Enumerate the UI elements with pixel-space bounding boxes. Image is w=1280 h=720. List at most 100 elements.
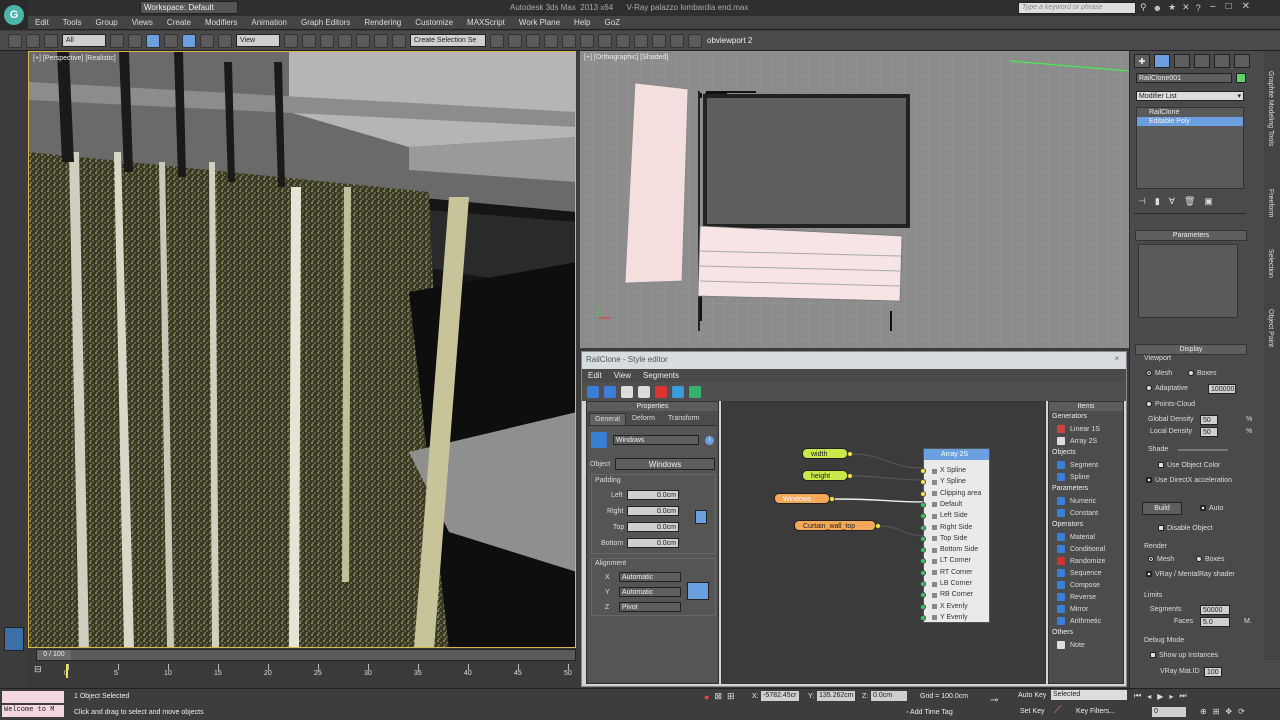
make-unique-icon[interactable]: ∀ bbox=[1169, 196, 1175, 207]
viewport-name-label[interactable]: obviewport 2 bbox=[707, 36, 752, 45]
parameters-rollout[interactable]: Parameters bbox=[1135, 230, 1247, 241]
padding-top-field[interactable]: 0.0cm bbox=[627, 522, 679, 532]
go-to-start-icon[interactable]: ⏮ bbox=[1134, 691, 1141, 701]
show-end-result-icon[interactable]: ▮ bbox=[1155, 196, 1160, 207]
percent-snap-icon[interactable] bbox=[356, 33, 370, 48]
array-input-port[interactable] bbox=[920, 468, 926, 474]
curve-editor-icon[interactable] bbox=[562, 33, 576, 48]
select-by-name-icon[interactable] bbox=[128, 33, 142, 48]
node-height[interactable]: height bbox=[802, 470, 848, 481]
star-icon[interactable]: ★ bbox=[1168, 2, 1176, 13]
key-mode-dropdown[interactable]: Selected bbox=[1051, 690, 1127, 700]
items-entry[interactable]: Array 2S bbox=[1057, 437, 1097, 445]
object-color-swatch[interactable] bbox=[1236, 73, 1246, 83]
auto-key-button[interactable]: Auto Key bbox=[1018, 692, 1046, 699]
menu-create[interactable]: Create bbox=[160, 16, 198, 30]
menu-modifiers[interactable]: Modifiers bbox=[198, 16, 244, 30]
array-input-port[interactable] bbox=[920, 558, 926, 565]
key-filters-button[interactable]: Key Filters... bbox=[1076, 708, 1115, 715]
align-icon[interactable] bbox=[508, 33, 522, 48]
viewport-perspective[interactable]: [+] [Perspective] [Realistic] bbox=[28, 51, 576, 648]
named-selection-dropdown[interactable]: Create Selection Se bbox=[410, 34, 486, 47]
array-input-port[interactable] bbox=[920, 501, 926, 508]
menu-group[interactable]: Group bbox=[88, 16, 124, 30]
workspace-dropdown[interactable]: Workspace: Default bbox=[140, 1, 238, 14]
menu-tools[interactable]: Tools bbox=[56, 16, 89, 30]
ribbon-icon[interactable] bbox=[544, 33, 558, 48]
absolute-mode-icon[interactable]: ⊞ bbox=[727, 691, 735, 702]
search-icon[interactable]: ⚲ bbox=[1140, 2, 1147, 13]
items-entry[interactable]: Numeric bbox=[1057, 497, 1096, 505]
tab-graphite-modeling[interactable]: Graphite Modeling Tools bbox=[1267, 71, 1274, 146]
zoom-all-icon[interactable]: ⊞ bbox=[1213, 707, 1220, 716]
render-boxes-radio[interactable]: Boxes bbox=[1196, 556, 1224, 563]
array-input-port[interactable] bbox=[920, 592, 926, 599]
hierarchy-tab-icon[interactable] bbox=[1174, 54, 1190, 68]
vray-shader-checkbox[interactable]: VRay / MentalRay shader bbox=[1146, 571, 1235, 578]
array-2s-node[interactable]: Array 2S X Spline Y Spline Clipping area De… bbox=[920, 448, 990, 623]
prev-frame-icon[interactable]: ◂ bbox=[1147, 692, 1151, 701]
editor-menu-segments[interactable]: Segments bbox=[637, 369, 685, 382]
remove-modifier-icon[interactable]: 🗑 bbox=[1184, 196, 1195, 207]
refresh-icon[interactable] bbox=[672, 385, 684, 398]
disable-object-checkbox[interactable]: Disable Object bbox=[1158, 525, 1213, 532]
snap-icon[interactable] bbox=[320, 33, 334, 48]
align-y-dropdown[interactable]: Automatic bbox=[619, 587, 681, 597]
items-entry[interactable]: Material bbox=[1057, 533, 1095, 541]
copy-icon[interactable] bbox=[621, 385, 633, 398]
auto-checkbox[interactable]: Auto bbox=[1200, 505, 1223, 512]
tab-object-paint[interactable]: Object Paint bbox=[1267, 309, 1274, 347]
close-icon[interactable]: × bbox=[1112, 354, 1122, 364]
time-slider-thumb[interactable]: 0 / 100 bbox=[37, 650, 71, 660]
ortho-label[interactable]: [+] [Orthographic] [Shaded] bbox=[584, 54, 668, 61]
display-rollout[interactable]: Display bbox=[1135, 344, 1247, 355]
time-slider[interactable]: 0 / 100 bbox=[36, 649, 576, 661]
edit-named-sel-icon[interactable] bbox=[392, 33, 406, 48]
render-mesh-radio[interactable]: Mesh bbox=[1148, 556, 1174, 563]
go-to-end-icon[interactable]: ⏭ bbox=[1179, 691, 1186, 701]
schematic-icon[interactable] bbox=[580, 33, 594, 48]
help-icon[interactable]: ? bbox=[1196, 3, 1201, 13]
bind-space-warp-icon[interactable] bbox=[44, 33, 58, 48]
reference-coord-dropdown[interactable]: View bbox=[236, 34, 280, 47]
window-crossing-icon[interactable] bbox=[164, 33, 178, 48]
adaptative-field[interactable]: 100000 bbox=[1208, 384, 1236, 394]
angle-snap-icon[interactable] bbox=[338, 33, 352, 48]
isolate-icon[interactable]: ● bbox=[704, 692, 709, 702]
items-entry[interactable]: Mirror bbox=[1057, 605, 1088, 613]
x-coordinate-field[interactable]: -5782.45cr bbox=[761, 691, 799, 701]
viewport-boxes-radio[interactable]: Boxes bbox=[1188, 370, 1216, 377]
layer-icon[interactable] bbox=[526, 33, 540, 48]
build-button[interactable]: Build bbox=[1142, 502, 1182, 515]
menu-edit[interactable]: Edit bbox=[28, 16, 56, 30]
padding-link-icon[interactable] bbox=[695, 510, 707, 524]
node-width-port[interactable] bbox=[847, 451, 853, 457]
current-frame-field[interactable]: 0 bbox=[1152, 707, 1186, 717]
node-graph-canvas[interactable]: width height Windows Curtain_wall_top Ar… bbox=[721, 401, 1046, 684]
display-tab-icon[interactable] bbox=[1214, 54, 1230, 68]
create-tab-icon[interactable]: ✚ bbox=[1134, 54, 1150, 68]
menu-work-plane[interactable]: Work Plane bbox=[512, 16, 567, 30]
search-input[interactable]: Type a keyword or phrase bbox=[1018, 2, 1136, 14]
modifier-list-dropdown[interactable]: Modifier List ▾ bbox=[1136, 91, 1244, 101]
link-icon[interactable] bbox=[8, 33, 22, 48]
local-density-field[interactable]: 50 bbox=[1200, 427, 1218, 437]
menu-goz[interactable]: GoZ bbox=[598, 16, 628, 30]
viewport-icon[interactable] bbox=[688, 33, 702, 48]
set-key-icon[interactable]: ⟋ bbox=[1054, 705, 1068, 717]
zoom-icon[interactable]: ⊕ bbox=[1200, 707, 1207, 716]
shade-slider[interactable] bbox=[1178, 449, 1228, 451]
node-curtain-port[interactable] bbox=[875, 523, 881, 529]
menu-graph-editors[interactable]: Graph Editors bbox=[294, 16, 357, 30]
set-key-button[interactable]: Set Key bbox=[1020, 708, 1045, 715]
padding-bottom-field[interactable]: 0.0cm bbox=[627, 538, 679, 548]
array-input-port[interactable] bbox=[920, 569, 926, 576]
adaptative-radio[interactable]: Adaptative bbox=[1146, 385, 1188, 392]
menu-rendering[interactable]: Rendering bbox=[357, 16, 408, 30]
lock-icon[interactable]: ⊠ bbox=[714, 691, 722, 702]
array-input-port[interactable] bbox=[920, 513, 926, 520]
maximize-icon[interactable]: □ bbox=[1226, 1, 1232, 12]
items-entry[interactable]: Constant bbox=[1057, 509, 1098, 517]
tab-deform[interactable]: Deform bbox=[627, 413, 660, 425]
mini-curve-icon[interactable]: ⊟ bbox=[34, 664, 48, 676]
